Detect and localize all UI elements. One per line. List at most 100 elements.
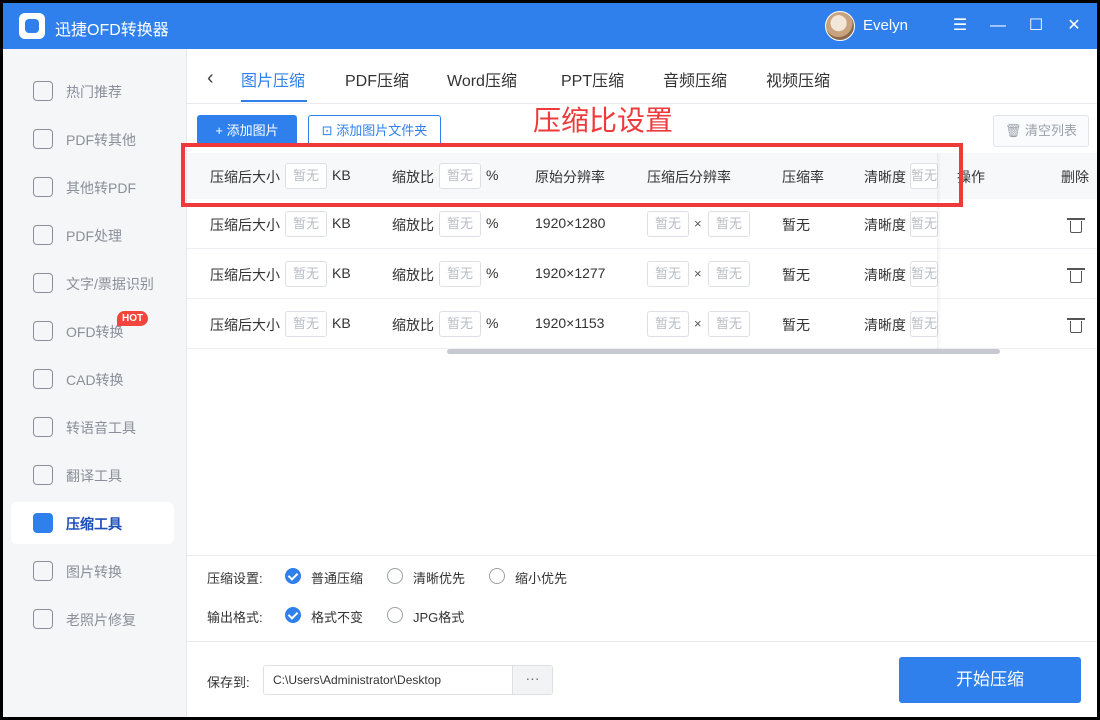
output-path-field[interactable]: C:\Users\Administrator\Desktop ···	[263, 665, 553, 695]
row-size-input[interactable]: 暂无	[285, 261, 327, 287]
title-bar: 迅捷OFD转换器 Evelyn ☰ — ☐ ✕	[3, 3, 1097, 49]
radio-label[interactable]: JPG格式	[413, 607, 464, 626]
radio-size-first[interactable]	[489, 568, 505, 584]
radio-normal-compress[interactable]	[285, 568, 301, 584]
radio-label[interactable]: 格式不变	[311, 607, 363, 626]
batch-scale-input[interactable]: 暂无	[439, 163, 481, 189]
user-avatar[interactable]	[825, 11, 855, 41]
row-scale-unit: %	[486, 315, 499, 331]
row-size-unit: KB	[332, 215, 351, 231]
clear-list-label: 清空列表	[1025, 123, 1078, 138]
pdf-export-icon	[33, 129, 53, 149]
table-row: 压缩后大小 暂无 KB 缩放比 暂无 % 1920×1280 暂无 × 暂无 暂…	[187, 199, 1097, 249]
tab-video-compress[interactable]: 视频压缩	[766, 67, 830, 91]
row-scale-input[interactable]: 暂无	[439, 261, 481, 287]
pdf-import-icon	[33, 177, 53, 197]
row-width-input[interactable]: 暂无	[647, 261, 689, 287]
row-size-label: 压缩后大小	[210, 317, 280, 333]
annotation-title: 压缩比设置	[533, 105, 674, 136]
add-folder-label: 添加图片文件夹	[336, 123, 428, 138]
sidebar-item-label: OFD转换	[66, 324, 124, 340]
trash-small-icon: 🗑	[1004, 123, 1026, 138]
row-clarity-select[interactable]: 暂无	[910, 261, 938, 287]
row-size-input[interactable]: 暂无	[285, 311, 327, 337]
sidebar-item-image-convert[interactable]: 图片转换	[11, 550, 174, 592]
tab-image-compress[interactable]: 图片压缩	[241, 67, 305, 91]
trash-icon[interactable]	[1067, 217, 1085, 233]
radio-label[interactable]: 缩小优先	[515, 568, 567, 587]
sidebar-item-label: 转语音工具	[66, 420, 136, 436]
back-chevron-icon[interactable]: ‹	[207, 67, 227, 91]
sidebar-item-compress[interactable]: 压缩工具	[11, 502, 174, 544]
radio-label[interactable]: 普通压缩	[311, 568, 363, 587]
batch-clarity-select[interactable]: 暂无	[910, 163, 938, 189]
add-image-button[interactable]: + 添加图片	[197, 115, 297, 147]
row-clarity-select[interactable]: 暂无	[910, 211, 938, 237]
clear-list-button[interactable]: 🗑 清空列表	[993, 115, 1089, 147]
row-width-input[interactable]: 暂无	[647, 211, 689, 237]
row-scale-unit: %	[486, 265, 499, 281]
row-width-input[interactable]: 暂无	[647, 311, 689, 337]
row-orig-res: 1920×1277	[535, 265, 606, 281]
sidebar: 热门推荐 PDF转其他 其他转PDF PDF处理 文字/票据识别 OFD转换 H…	[3, 49, 187, 717]
active-tab-indicator	[241, 100, 307, 102]
settings-divider	[187, 555, 1097, 556]
output-path-text: C:\Users\Administrator\Desktop	[273, 673, 442, 687]
row-height-input[interactable]: 暂无	[708, 261, 750, 287]
app-title: 迅捷OFD转换器	[55, 22, 169, 39]
row-clarity-label: 清晰度	[864, 267, 906, 283]
sidebar-item-hot[interactable]: 热门推荐	[11, 70, 174, 112]
sidebar-item-cad[interactable]: CAD转换	[11, 358, 174, 400]
folder-icon: ⊡	[321, 123, 337, 138]
row-size-input[interactable]: 暂无	[285, 211, 327, 237]
tab-audio-compress[interactable]: 音频压缩	[663, 67, 727, 91]
batch-size-input[interactable]: 暂无	[285, 163, 327, 189]
radio-keep-format[interactable]	[285, 607, 301, 623]
row-height-input[interactable]: 暂无	[708, 311, 750, 337]
row-clarity-select[interactable]: 暂无	[910, 311, 938, 337]
radio-clarity-first[interactable]	[387, 568, 403, 584]
row-height-input[interactable]: 暂无	[708, 211, 750, 237]
browse-button[interactable]: ···	[512, 666, 552, 694]
sidebar-item-ofd[interactable]: OFD转换 HOT	[11, 310, 174, 352]
sidebar-item-pdf-process[interactable]: PDF处理	[11, 214, 174, 256]
tab-pdf-compress[interactable]: PDF压缩	[345, 67, 409, 91]
sidebar-item-speech[interactable]: 转语音工具	[11, 406, 174, 448]
row-scale-input[interactable]: 暂无	[439, 211, 481, 237]
maximize-icon[interactable]: ☐	[1025, 15, 1047, 37]
row-ratio: 暂无	[782, 267, 810, 283]
sidebar-item-label: 热门推荐	[66, 84, 122, 100]
trash-icon[interactable]	[1067, 267, 1085, 283]
sidebar-item-translate[interactable]: 翻译工具	[11, 454, 174, 496]
header-action: 操作	[957, 169, 985, 185]
header-new-res: 压缩后分辨率	[647, 169, 731, 185]
compress-setting-label: 压缩设置:	[207, 571, 263, 586]
sidebar-item-ocr[interactable]: 文字/票据识别	[11, 262, 174, 304]
add-folder-button[interactable]: ⊡ 添加图片文件夹	[308, 115, 441, 147]
header-delete: 删除	[1061, 169, 1089, 185]
horizontal-scrollbar[interactable]	[447, 349, 1000, 354]
menu-icon[interactable]: ☰	[949, 15, 971, 37]
sidebar-item-label: 其他转PDF	[66, 180, 136, 196]
user-name[interactable]: Evelyn	[863, 17, 908, 34]
sidebar-item-label: 文字/票据识别	[66, 276, 154, 292]
row-scale-input[interactable]: 暂无	[439, 311, 481, 337]
trash-icon[interactable]	[1067, 317, 1085, 333]
sidebar-item-photo-restore[interactable]: 老照片修复	[11, 598, 174, 640]
start-compress-button[interactable]: 开始压缩	[899, 657, 1081, 703]
minimize-icon[interactable]: —	[987, 15, 1009, 37]
tab-word-compress[interactable]: Word压缩	[447, 67, 517, 91]
compress-icon	[33, 513, 53, 533]
sidebar-item-other-to-pdf[interactable]: 其他转PDF	[11, 166, 174, 208]
format-setting-label: 输出格式:	[207, 610, 263, 625]
row-size-label: 压缩后大小	[210, 217, 280, 233]
radio-jpg-format[interactable]	[387, 607, 403, 623]
header-clarity-label: 清晰度	[864, 169, 906, 185]
close-icon[interactable]: ✕	[1063, 15, 1085, 37]
speech-icon	[33, 417, 53, 437]
tab-ppt-compress[interactable]: PPT压缩	[561, 67, 624, 91]
sidebar-item-pdf-to-other[interactable]: PDF转其他	[11, 118, 174, 160]
cad-icon	[33, 369, 53, 389]
sidebar-item-label: 老照片修复	[66, 612, 136, 628]
radio-label[interactable]: 清晰优先	[413, 568, 465, 587]
